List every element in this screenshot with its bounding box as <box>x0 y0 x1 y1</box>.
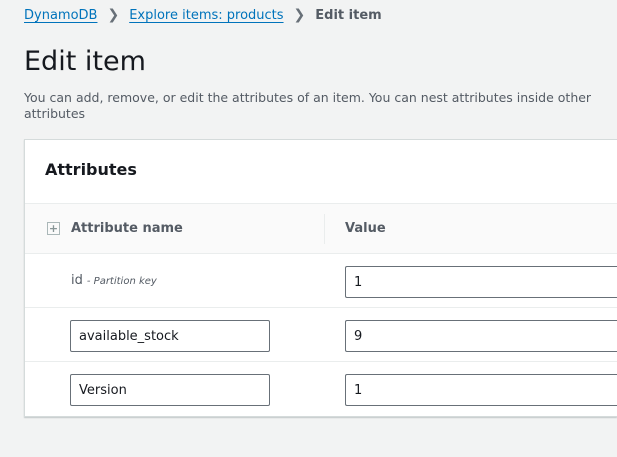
breadcrumb-dynamodb[interactable]: DynamoDB <box>24 8 97 23</box>
expand-all-icon[interactable]: + <box>47 222 60 235</box>
attribute-name-input[interactable] <box>70 374 270 406</box>
breadcrumb: DynamoDB ❯ Explore items: products ❯ Edi… <box>24 7 382 23</box>
breadcrumb-explore-items[interactable]: Explore items: products <box>129 8 283 23</box>
attribute-name: id <box>71 273 83 288</box>
attribute-name-input[interactable] <box>70 320 270 352</box>
panel-title: Attributes <box>45 160 137 179</box>
breadcrumb-current: Edit item <box>315 7 382 23</box>
table-row <box>25 308 617 362</box>
table-header: + Attribute name Value <box>25 203 617 254</box>
value-input[interactable] <box>345 374 617 406</box>
partition-key-label: - Partition key <box>86 276 157 287</box>
table-row: id - Partition key <box>25 254 617 308</box>
column-header-value: Value <box>345 221 386 236</box>
chevron-right-icon: ❯ <box>107 7 120 23</box>
column-divider[interactable] <box>324 214 325 244</box>
value-input[interactable] <box>345 266 617 298</box>
page-title: Edit item <box>24 46 146 77</box>
attribute-name-id: id - Partition key <box>71 273 157 288</box>
page-description: You can add, remove, or edit the attribu… <box>24 90 592 121</box>
chevron-right-icon: ❯ <box>293 7 306 23</box>
column-header-name: Attribute name <box>71 221 183 236</box>
table-row <box>25 362 617 416</box>
attributes-panel: Attributes + Attribute name Value id - Pa… <box>24 139 617 417</box>
value-input[interactable] <box>345 320 617 352</box>
